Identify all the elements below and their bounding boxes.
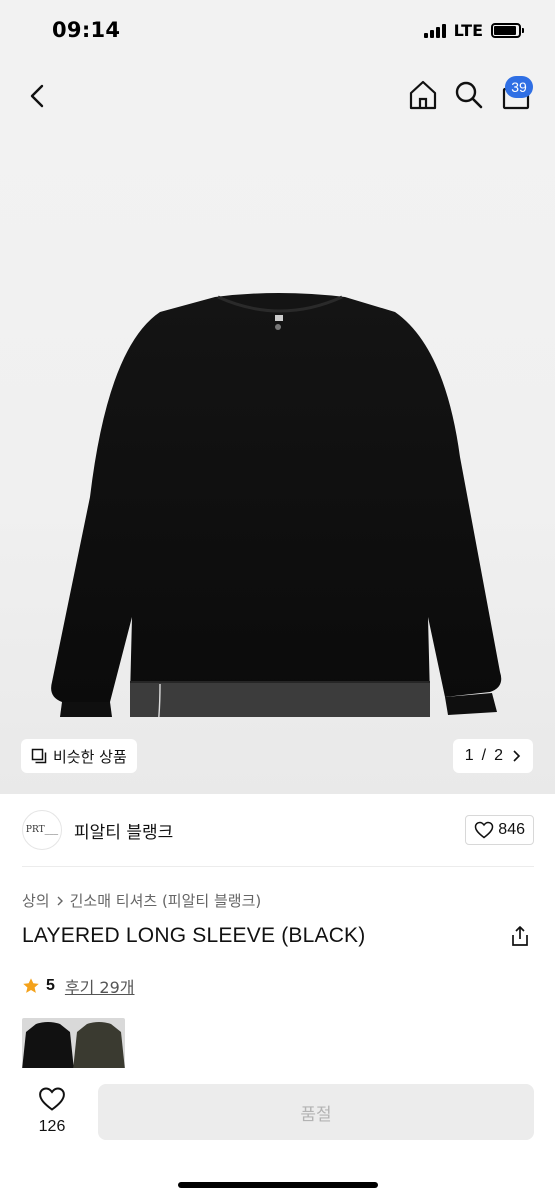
wishlist-button[interactable]: 126 xyxy=(30,1086,74,1136)
divider xyxy=(22,866,534,867)
breadcrumb-category[interactable]: 상의 xyxy=(22,890,50,911)
brand-logo[interactable]: PRT ___ xyxy=(22,810,62,850)
wishlist-count: 126 xyxy=(38,1118,66,1135)
variant-image xyxy=(22,1022,74,1070)
signal-icon xyxy=(423,23,446,38)
brand-name[interactable]: 피알티 블랭크 xyxy=(74,818,173,843)
variant-thumbnail[interactable]: 품절 xyxy=(73,1018,125,1070)
pager-total: 2 xyxy=(494,747,503,764)
product-image xyxy=(51,293,502,717)
network-type: LTE xyxy=(453,21,483,40)
bottom-action-bar: 126 품절 xyxy=(0,1068,555,1200)
rating-value: 5 xyxy=(46,977,55,994)
soldout-button[interactable]: 품절 xyxy=(98,1084,534,1140)
cart-count-badge: 39 xyxy=(505,76,533,98)
share-icon[interactable] xyxy=(509,925,531,947)
battery-level xyxy=(494,26,516,35)
heart-icon xyxy=(39,1087,65,1111)
chevron-right-icon xyxy=(513,750,521,762)
home-indicator xyxy=(178,1182,378,1188)
product-title: LAYERED LONG SLEEVE (BLACK) xyxy=(22,924,366,947)
breadcrumb-subcategory[interactable]: 긴소매 티셔츠 (피알티 블랭크) xyxy=(70,890,262,911)
pager-current: 1 xyxy=(464,747,474,764)
variant-thumbnail[interactable]: 품절 xyxy=(22,1018,112,1070)
star-icon xyxy=(23,978,39,993)
image-pager[interactable]: 1 / 2 xyxy=(452,739,533,773)
brand-row[interactable]: PRT ___ 피알티 블랭크 846 xyxy=(22,808,534,852)
brand-like-button[interactable]: 846 xyxy=(465,815,534,845)
heart-icon xyxy=(475,821,494,839)
color-variants: 품절 품절 xyxy=(22,1018,125,1070)
similar-icon xyxy=(31,748,47,764)
product-gallery[interactable]: 39 비슷한 상품 1 / 2 xyxy=(0,62,555,794)
similar-products-button[interactable]: 비슷한 상품 xyxy=(21,739,137,773)
battery-icon xyxy=(491,23,524,38)
breadcrumb: 상의 긴소매 티셔츠 (피알티 블랭크) xyxy=(22,890,261,911)
review-count-link[interactable]: 후기 29개 xyxy=(65,974,135,998)
title-row: LAYERED LONG SLEEVE (BLACK) xyxy=(22,924,534,948)
search-icon[interactable] xyxy=(453,79,485,111)
similar-products-label: 비슷한 상품 xyxy=(53,747,127,766)
chevron-left-icon[interactable] xyxy=(22,80,54,112)
pager-separator: / xyxy=(481,747,487,764)
status-bar: 09:14 LTE xyxy=(0,0,555,62)
home-icon[interactable] xyxy=(406,78,440,112)
status-indicators: LTE xyxy=(423,21,524,40)
brand-like-count: 846 xyxy=(498,821,525,838)
variant-image xyxy=(73,1022,125,1070)
chevron-right-icon xyxy=(57,896,63,905)
status-time: 09:14 xyxy=(52,18,121,42)
rating-row: 5 후기 29개 xyxy=(22,974,135,998)
